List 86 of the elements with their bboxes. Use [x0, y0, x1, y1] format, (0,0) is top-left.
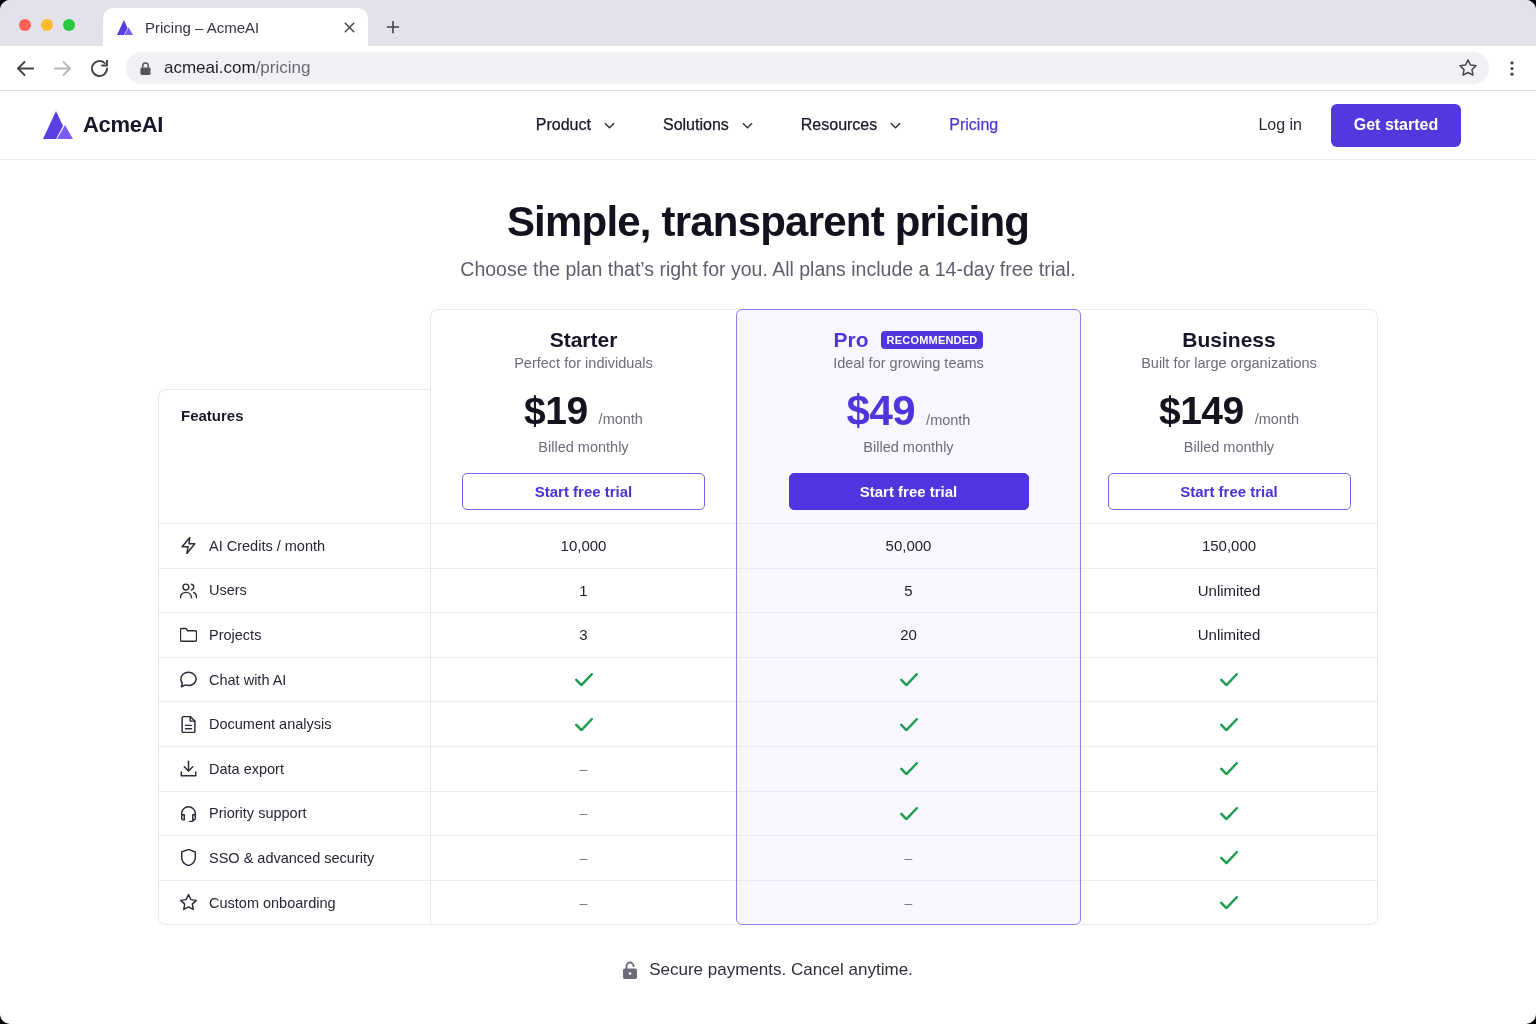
chat-bubble-icon: [180, 671, 197, 689]
not-included-dash: –: [579, 805, 588, 822]
folder-icon: [180, 626, 197, 644]
start-trial-button[interactable]: Start free trial: [462, 473, 705, 510]
recommended-badge: RECOMMENDED: [880, 331, 984, 349]
feature-label: Projects: [209, 627, 262, 643]
plan-description: Perfect for individuals: [514, 354, 653, 373]
plan-description: Ideal for growing teams: [833, 354, 984, 373]
address-bar[interactable]: acmeai.com/pricing: [126, 52, 1489, 84]
star-icon[interactable]: [1459, 59, 1477, 77]
plan-name: Starter: [549, 328, 618, 352]
users-icon: [180, 581, 197, 599]
logo-icon: [117, 19, 134, 35]
feature-label: Chat with AI: [209, 671, 287, 688]
feature-label: AI Credits / month: [209, 537, 326, 554]
check-icon: [899, 806, 918, 820]
lock-icon: [140, 61, 151, 75]
logo-icon[interactable]: [43, 111, 75, 139]
features-heading: Features: [181, 407, 244, 424]
plan-description: Built for large organizations: [1141, 354, 1317, 373]
download-icon: [180, 760, 197, 778]
check-icon: [1220, 806, 1238, 820]
login-link[interactable]: Log in: [1258, 116, 1302, 134]
price-period: /month: [926, 412, 971, 428]
check-icon: [899, 672, 918, 687]
document-icon: [180, 715, 197, 733]
page-title: Simple, transparent pricing: [506, 197, 1030, 247]
table-cell: 150,000: [1081, 523, 1377, 568]
page-subtitle: Choose the plan that’s right for you. All plans include a 14-day free trial.: [460, 257, 1076, 282]
browser-tab[interactable]: Pricing – AcmeAI: [103, 8, 368, 46]
url-text: acmeai.com/pricing: [164, 58, 311, 78]
feature-label: Users: [209, 582, 247, 599]
menu-icon[interactable]: [1510, 60, 1514, 76]
reload-icon[interactable]: [91, 59, 108, 77]
feature-label: Document analysis: [209, 716, 332, 733]
not-included-dash: –: [579, 760, 588, 777]
padlock-icon: [623, 961, 638, 980]
table-cell: Unlimited: [1081, 612, 1377, 657]
plan-name: Business: [1182, 328, 1276, 352]
not-included-dash: –: [904, 849, 913, 866]
nav-link[interactable]: Product: [535, 116, 615, 134]
plan-price: $49: [846, 389, 916, 433]
check-icon: [1220, 762, 1238, 776]
table-cell: 20: [737, 612, 1080, 657]
lightning-bolt-icon: [180, 537, 197, 555]
start-trial-button[interactable]: Start free trial: [1107, 473, 1351, 510]
nav-link[interactable]: Resources: [800, 116, 902, 134]
not-included-dash: –: [904, 894, 913, 911]
check-icon: [574, 717, 593, 731]
star-icon: [180, 894, 197, 912]
feature-label: Custom onboarding: [209, 894, 336, 911]
nav-link[interactable]: Solutions: [662, 116, 753, 134]
close-icon[interactable]: [344, 21, 355, 33]
check-icon: [1220, 672, 1238, 687]
table-cell: 5: [737, 567, 1080, 613]
back-arrow-icon[interactable]: [17, 59, 34, 77]
feature-label: Priority support: [209, 805, 307, 822]
headset-icon: [180, 804, 197, 822]
nav-link[interactable]: Pricing: [949, 116, 999, 134]
plan-name: Pro: [833, 328, 869, 352]
price-period: /month: [598, 411, 643, 427]
check-icon: [574, 672, 593, 687]
tab-title: Pricing – AcmeAI: [145, 18, 260, 36]
feature-label: SSO & advanced security: [209, 849, 375, 866]
get-started-button[interactable]: Get started: [1331, 103, 1461, 147]
feature-label: Data export: [209, 760, 284, 777]
plan-price: $19: [524, 389, 588, 433]
new-tab-icon[interactable]: [386, 20, 400, 34]
table-cell: Unlimited: [1081, 567, 1377, 613]
start-trial-button[interactable]: Start free trial: [788, 473, 1029, 510]
billing-note: Billed monthly: [538, 438, 629, 457]
check-icon: [899, 717, 918, 731]
not-included-dash: –: [579, 849, 588, 866]
secure-payments-note: Secure payments. Cancel anytime.: [649, 959, 913, 982]
check-icon: [1220, 717, 1238, 731]
shield-icon: [180, 849, 197, 867]
not-included-dash: –: [579, 894, 588, 911]
price-period: /month: [1254, 411, 1300, 427]
check-icon: [899, 762, 918, 776]
table-cell: 50,000: [737, 523, 1080, 568]
billing-note: Billed monthly: [1183, 438, 1275, 457]
logo-text[interactable]: AcmeAI: [83, 112, 164, 138]
billing-note: Billed monthly: [863, 438, 954, 457]
plan-price: $149: [1158, 389, 1244, 433]
check-icon: [1220, 895, 1238, 910]
check-icon: [1220, 851, 1238, 865]
